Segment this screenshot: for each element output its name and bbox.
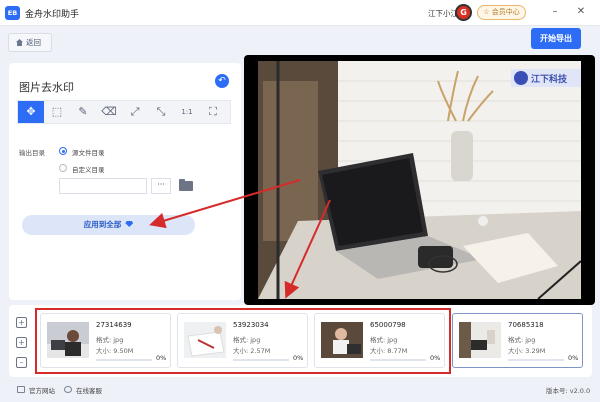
official-website-link[interactable]: 官方网站 [29,385,55,395]
file-size: 大小: 3.29M [508,347,546,355]
headset-icon [64,386,72,393]
file-format: 格式: jpg [508,336,536,344]
version-label: 版本号: v2.0.0 [546,387,591,395]
progress-bar [508,359,564,361]
add-folder-icon[interactable]: + [16,337,27,348]
online-support-link[interactable]: 在线客服 [76,385,102,395]
add-file-icon[interactable]: + [16,317,27,328]
delete-icon[interactable]: – [16,357,27,368]
file-thumbnail [459,322,501,358]
progress-percent: 0% [568,354,579,362]
website-icon [17,386,25,393]
file-name: 70685318 [508,321,544,329]
highlight-frame [35,308,451,374]
file-card[interactable]: 70685318 格式: jpg 大小: 3.29M 0% [452,313,583,368]
